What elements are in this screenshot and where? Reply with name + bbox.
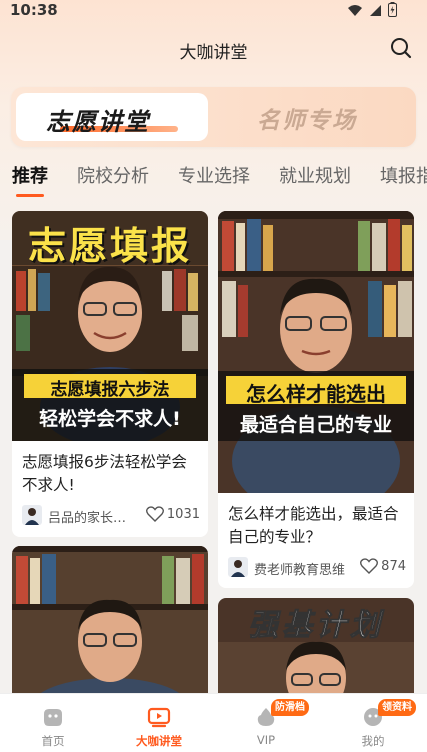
title-bar: 大咖讲堂 [0, 34, 427, 64]
segment-active-label: 志愿讲堂 [46, 108, 150, 136]
heart-icon [360, 558, 379, 574]
tab-career-planning[interactable]: 就业规划 [279, 163, 351, 199]
tab-school-analysis[interactable]: 院校分析 [77, 163, 149, 199]
bottom-tab-bar: 首页 大咖讲堂 防滑档 VIP 领资料 我的 [0, 693, 427, 752]
video-cover: 志愿填报 志愿填报六步法 轻松学会不求人! [12, 211, 208, 441]
segment-inactive[interactable]: 名师专场 [257, 101, 357, 135]
cover-line-1: 怎么样才能选出 [246, 382, 386, 406]
battery-icon [388, 2, 397, 21]
video-cover: 强基计划 [218, 598, 414, 708]
wifi-icon [347, 3, 363, 21]
video-meta: 吕品的家长… 1031 [22, 505, 200, 527]
mine-badge: 领资料 [378, 699, 416, 716]
section-switch: 志愿讲堂 名师专场 [11, 87, 416, 147]
status-bar: 10:38 [0, 0, 427, 22]
video-card[interactable] [12, 546, 208, 706]
cover-headline: 强基计划 [248, 608, 384, 644]
tab-major-choice[interactable]: 专业选择 [178, 163, 250, 199]
tab-recommend[interactable]: 推荐 [12, 163, 48, 199]
tabbar-item-vip[interactable]: 防滑档 VIP [213, 694, 319, 752]
category-tabs: 推荐 院校分析 专业选择 就业规划 填报指 [0, 163, 427, 199]
video-meta: 费老师教育思维 874 [228, 557, 406, 579]
status-time: 10:38 [10, 1, 58, 19]
tabbar-item-home[interactable]: 首页 [0, 694, 106, 752]
avatar [22, 505, 42, 525]
signal-icon [369, 3, 382, 21]
like-count: 1031 [166, 506, 200, 522]
tabbar-label-lecture: 大咖讲堂 [136, 734, 182, 748]
tabbar-label-vip: VIP [256, 733, 276, 747]
segment-active[interactable]: 志愿讲堂 [16, 93, 208, 141]
tabbar-item-lecture[interactable]: 大咖讲堂 [106, 694, 212, 752]
tabbar-label-mine: 我的 [361, 734, 385, 748]
video-title: 志愿填报6步法轻松学会不求人! [22, 453, 187, 494]
video-card[interactable]: 志愿填报 志愿填报六步法 轻松学会不求人! 志愿填报6步法轻松学会不求人! [12, 211, 208, 508]
cover-line-2: 轻松学会不求人! [39, 408, 181, 430]
video-cover: 怎么样才能选出 最适合自己的专业 [218, 211, 414, 493]
cover-headline: 志愿填报 [27, 224, 192, 268]
cover-line-1: 志愿填报六步法 [50, 380, 170, 400]
tabbar-label-home: 首页 [41, 734, 65, 748]
video-title: 怎么样才能选出，最适合自己的专业？ [228, 505, 399, 546]
tab-application[interactable]: 填报指 [380, 163, 427, 199]
home-icon [44, 709, 62, 726]
like-button[interactable]: 1031 [145, 506, 200, 522]
like-button[interactable]: 874 [360, 558, 406, 574]
status-icons [347, 2, 397, 21]
like-count: 874 [381, 558, 406, 574]
search-icon [391, 38, 412, 59]
video-card[interactable]: 怎么样才能选出 最适合自己的专业 怎么样才能选出，最适合自己的专业？ 费老师教育… [218, 211, 414, 588]
video-card[interactable]: 强基计划 [218, 598, 414, 708]
heart-icon [145, 506, 164, 522]
video-cover [12, 546, 208, 706]
vip-badge: 防滑档 [271, 699, 309, 716]
cover-line-2: 最适合自己的专业 [239, 414, 392, 436]
author-name[interactable]: 吕品的家长… [48, 507, 136, 526]
tabbar-item-mine[interactable]: 领资料 我的 [320, 694, 426, 752]
video-play-icon [147, 707, 171, 728]
author-name[interactable]: 费老师教育思维 [254, 559, 360, 578]
avatar [228, 557, 248, 577]
search-button[interactable] [389, 36, 413, 60]
card-meta-holder: 吕品的家长… 1031 [12, 500, 208, 537]
page-title: 大咖讲堂 [179, 43, 248, 63]
